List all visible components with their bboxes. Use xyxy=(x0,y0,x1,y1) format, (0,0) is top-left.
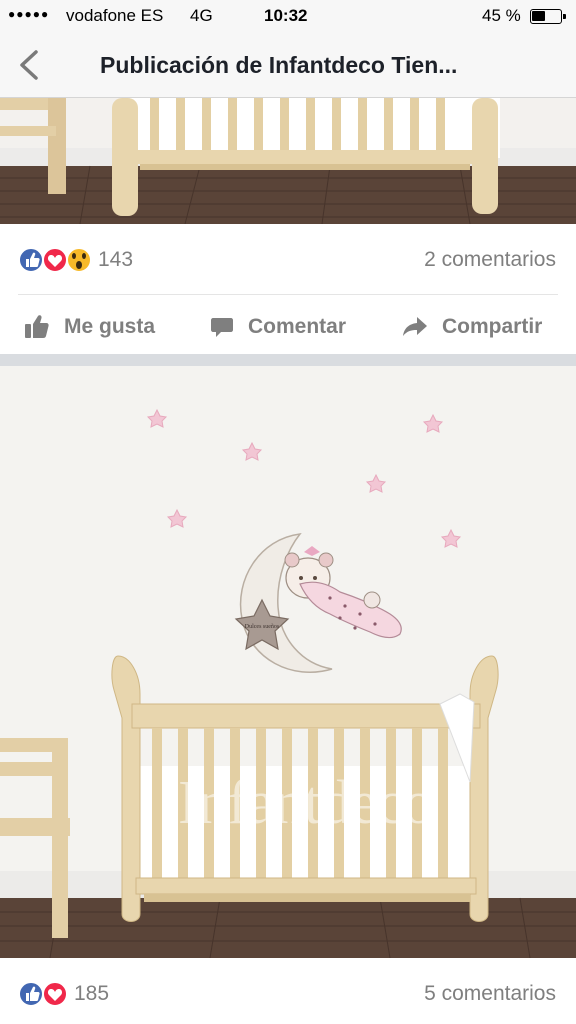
like-button[interactable]: Me gusta xyxy=(24,310,155,344)
share-arrow-icon xyxy=(403,317,427,336)
battery-percent: 45 % xyxy=(482,6,521,25)
post-photo-2[interactable]: Dulces sueños Infantdeco xyxy=(0,366,576,958)
crib-photo-top xyxy=(0,98,576,224)
post-actions-bar: Me gusta Comentar Compartir xyxy=(0,300,576,354)
divider xyxy=(18,294,558,295)
clock: 10:32 xyxy=(264,6,308,25)
comment-icon xyxy=(211,318,233,337)
share-label: Compartir xyxy=(442,315,543,338)
network-type: 4G xyxy=(190,6,213,25)
share-button[interactable]: Compartir xyxy=(402,310,542,344)
reaction-icons[interactable] xyxy=(18,246,98,274)
signal-strength-icon: ●●●●● xyxy=(8,7,50,21)
like-label: Me gusta xyxy=(64,315,156,338)
status-bar: ●●●●● vodafone ES 4G 10:32 45 % xyxy=(0,0,576,32)
reaction-count[interactable]: 143 xyxy=(98,248,133,272)
navigation-bar: Publicación de Infantdeco Tien... xyxy=(0,32,576,98)
reaction-count[interactable]: 185 xyxy=(74,982,109,1006)
watermark: Infantdeco xyxy=(178,769,434,837)
battery-icon xyxy=(530,9,566,24)
comments-count[interactable]: 2 comentarios xyxy=(424,248,556,272)
post-1-reactions-row: 143 2 comentarios xyxy=(0,240,576,280)
page-title: Publicación de Infantdeco Tien... xyxy=(100,52,458,78)
comments-count[interactable]: 5 comentarios xyxy=(424,982,556,1006)
battery-level-fill xyxy=(532,11,545,21)
crib-wall-decal-photo: Dulces sueños xyxy=(0,366,576,958)
post-photo-1[interactable] xyxy=(0,98,576,224)
thumbs-up-icon xyxy=(25,315,49,338)
chevron-left-icon[interactable] xyxy=(14,48,46,82)
star-text: Dulces sueños xyxy=(245,624,280,630)
carrier-name: vodafone ES xyxy=(66,6,164,25)
comment-button[interactable]: Comentar xyxy=(210,310,346,344)
comment-label: Comentar xyxy=(248,315,347,338)
post-2-reactions-row: 185 5 comentarios xyxy=(0,974,576,1014)
post-separator xyxy=(0,354,576,366)
